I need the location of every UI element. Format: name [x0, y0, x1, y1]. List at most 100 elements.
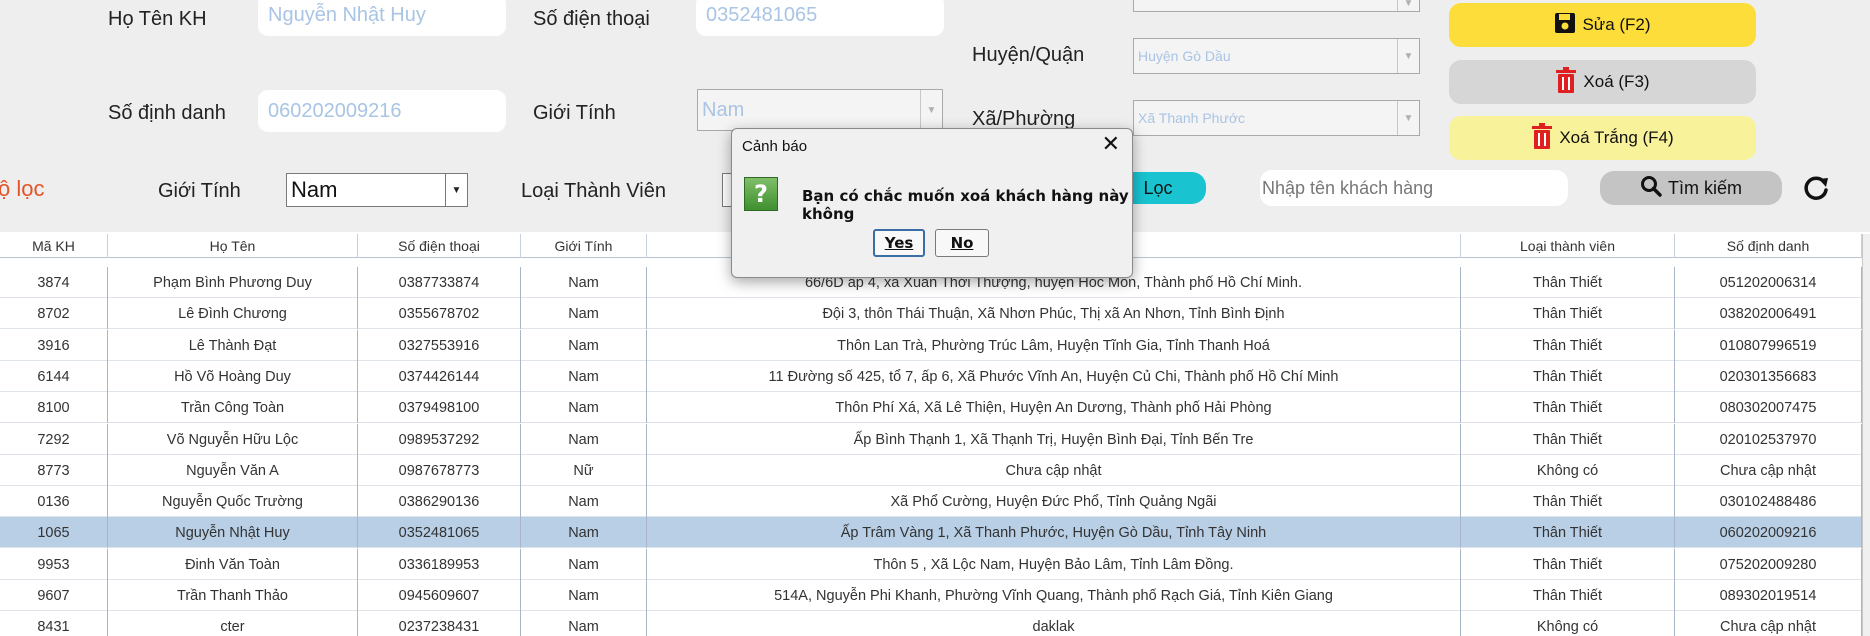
table-cell: Ấp Trâm Vàng 1, Xã Thanh Phước, Huyện Gò…: [647, 517, 1461, 548]
table-cell: 1065: [0, 517, 108, 548]
table-cell: 8431: [0, 611, 108, 636]
table-row[interactable]: 8773 Nguyễn Văn A 0987678773 Nữ Chưa cập nhậ…: [0, 455, 1862, 486]
table-cell: Thân Thiết: [1461, 549, 1675, 580]
table-scrollbar[interactable]: [1862, 234, 1870, 636]
filter-gender-combo[interactable]: Nam ▼: [286, 173, 468, 207]
table-cell: Thân Thiết: [1461, 517, 1675, 548]
table-row[interactable]: 9607 Trần Thanh Thảo 0945609607 Nam 514A, Ng…: [0, 580, 1862, 611]
table-cell: Thôn Phí Xá, Xã Lê Thiện, Huyện An Dương…: [647, 392, 1461, 423]
table-cell: 8100: [0, 392, 108, 423]
id-label: Số định danh: [108, 102, 226, 124]
table-row[interactable]: 9953 Đinh Văn Toàn 0336189953 Nam Thôn 5 , X…: [0, 549, 1862, 580]
table-cell: 0327553916: [358, 330, 521, 361]
table-cell: Thân Thiết: [1461, 424, 1675, 455]
table-cell: 7292: [0, 424, 108, 455]
no-button[interactable]: No: [935, 229, 989, 257]
ward-combo[interactable]: Xã Thanh Phước ▼: [1133, 100, 1420, 136]
delete-button-label: Xoá (F3): [1583, 72, 1650, 91]
clear-button[interactable]: Xoá Trắng (F4): [1449, 116, 1756, 160]
table-cell: Nam: [521, 580, 647, 611]
column-header[interactable]: Số định danh: [1675, 234, 1862, 258]
table-cell: Thôn 5 , Xã Lộc Nam, Huyện Bảo Lâm, Tỉnh…: [647, 549, 1461, 580]
clear-button-label: Xoá Trắng (F4): [1559, 128, 1674, 147]
table-row[interactable]: 0136 Nguyễn Quốc Trường 0386290136 Nam Xã Ph…: [0, 486, 1862, 517]
column-header[interactable]: Số điện thoại: [358, 234, 521, 258]
table-cell: Lê Đình Chương: [108, 298, 358, 329]
table-row[interactable]: 1065 Nguyễn Nhật Huy 0352481065 Nam Ấp Trâm …: [0, 517, 1862, 548]
table-cell: Nam: [521, 298, 647, 329]
name-value: Nguyễn Nhật Huy: [268, 3, 426, 26]
table-cell: Thôn Lan Trà, Phường Trúc Lâm, Huyện Tĩn…: [647, 330, 1461, 361]
table-cell: Nam: [521, 549, 647, 580]
trash-icon: [1531, 122, 1553, 154]
filter-title: ộ lọc: [0, 176, 45, 201]
delete-button[interactable]: Xoá (F3): [1449, 60, 1756, 104]
table-cell: 9607: [0, 580, 108, 611]
table-cell: Thân Thiết: [1461, 486, 1675, 517]
table-cell: Nguyễn Quốc Trường: [108, 486, 358, 517]
column-header[interactable]: Họ Tên: [108, 234, 358, 258]
gender-combo[interactable]: Nam ▼: [697, 89, 943, 131]
search-input[interactable]: Nhập tên khách hàng: [1260, 170, 1568, 206]
close-icon[interactable]: ✕: [1102, 132, 1120, 157]
phone-field[interactable]: 0352481065: [696, 0, 944, 36]
table-cell: 051202006314: [1675, 267, 1862, 298]
table-cell: Nam: [521, 486, 647, 517]
warning-dialog: Cảnh báo ✕ ? Bạn có chắc muốn xoá khách …: [731, 128, 1133, 278]
id-value: 060202009216: [268, 99, 402, 122]
table-row[interactable]: 6144 Hồ Võ Hoàng Duy 0374426144 Nam 11 Đường…: [0, 361, 1862, 392]
column-header[interactable]: Mã KH: [0, 234, 108, 258]
table-cell: 8702: [0, 298, 108, 329]
gender-combo-value: Nam: [702, 98, 745, 121]
table-row[interactable]: 8431 cter 0237238431 Nam daklak Không có Chưa …: [0, 611, 1862, 636]
table-cell: 0386290136: [358, 486, 521, 517]
search-button[interactable]: Tìm kiếm: [1600, 171, 1782, 205]
filter-button-label: Lọc: [1143, 177, 1173, 198]
table-cell: 0336189953: [358, 549, 521, 580]
name-field[interactable]: Nguyễn Nhật Huy: [258, 0, 506, 36]
table-row[interactable]: 8100 Trần Công Toàn 0379498100 Nam Thôn Phí …: [0, 392, 1862, 423]
refresh-icon[interactable]: [1802, 174, 1830, 206]
table-cell: Thân Thiết: [1461, 361, 1675, 392]
table-cell: 080302007475: [1675, 392, 1862, 423]
table-cell: Thân Thiết: [1461, 392, 1675, 423]
save-icon: [1554, 12, 1576, 39]
province-combo[interactable]: ▼: [1133, 0, 1420, 12]
ward-combo-value: Xã Thanh Phước: [1138, 110, 1246, 126]
table-cell: 060202009216: [1675, 517, 1862, 548]
chevron-down-icon[interactable]: ▼: [445, 174, 467, 206]
phone-label: Số điện thoại: [533, 8, 650, 30]
chevron-down-icon[interactable]: ▼: [1397, 39, 1419, 73]
district-combo[interactable]: Huyện Gò Dầu ▼: [1133, 38, 1420, 74]
column-header[interactable]: Giới Tính: [521, 234, 647, 258]
table-cell: Chưa cập nhật: [1675, 455, 1862, 486]
edit-button[interactable]: Sửa (F2): [1449, 3, 1756, 47]
table-cell: Nam: [521, 611, 647, 636]
table-cell: 6144: [0, 361, 108, 392]
table-cell: 020301356683: [1675, 361, 1862, 392]
phone-value: 0352481065: [706, 3, 818, 26]
table-cell: Không có: [1461, 611, 1675, 636]
table-cell: cter: [108, 611, 358, 636]
gender-label: Giới Tính: [533, 102, 616, 124]
table-row[interactable]: 8702 Lê Đình Chương 0355678702 Nam Đội 3, th…: [0, 298, 1862, 329]
yes-button-label: Yes: [884, 234, 914, 252]
table-row[interactable]: 7292 Võ Nguyễn Hữu Lộc 0989537292 Nam Ấp Bìn…: [0, 424, 1862, 455]
table-cell: 0945609607: [358, 580, 521, 611]
table-cell: 3874: [0, 267, 108, 298]
search-button-label: Tìm kiếm: [1668, 177, 1742, 198]
filter-gender-value: Nam: [291, 177, 338, 202]
table-cell: Nam: [521, 267, 647, 298]
table-row[interactable]: 3916 Lê Thành Đạt 0327553916 Nam Thôn Lan Tr…: [0, 330, 1862, 361]
table-cell: 0352481065: [358, 517, 521, 548]
table-cell: 089302019514: [1675, 580, 1862, 611]
id-field[interactable]: 060202009216: [258, 90, 506, 132]
chevron-down-icon[interactable]: ▼: [1397, 0, 1419, 11]
chevron-down-icon[interactable]: ▼: [920, 90, 942, 130]
yes-button[interactable]: Yes: [873, 229, 925, 257]
column-header[interactable]: Loại thành viên: [1461, 234, 1675, 258]
table-cell: 11 Đường số 425, tổ 7, ấp 6, Xã Phước Vĩ…: [647, 361, 1461, 392]
chevron-down-icon[interactable]: ▼: [1397, 101, 1419, 135]
table-cell: Thân Thiết: [1461, 330, 1675, 361]
table-cell: 0355678702: [358, 298, 521, 329]
